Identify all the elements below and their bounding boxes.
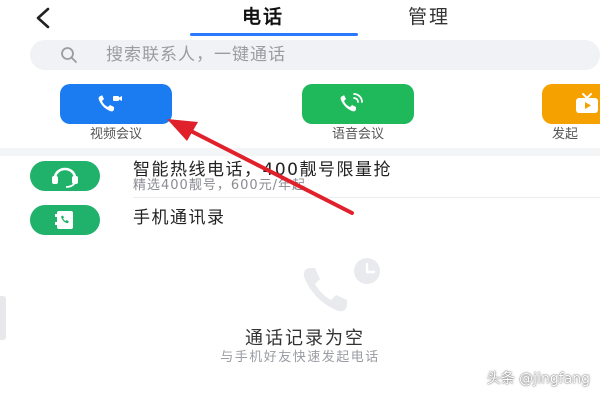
video-conference-tile[interactable] xyxy=(60,84,172,124)
headset-icon xyxy=(52,167,78,188)
contacts-icon xyxy=(55,211,73,229)
search-icon xyxy=(61,47,77,63)
tab-manage[interactable]: 管理 xyxy=(408,4,450,30)
contacts-icon-badge xyxy=(30,205,100,235)
side-edge-handle xyxy=(0,296,6,340)
contacts-title: 手机通讯录 xyxy=(133,208,226,228)
start-label: 发起 xyxy=(552,127,579,142)
start-tile[interactable] xyxy=(542,84,600,124)
video-conference-label: 视频会议 xyxy=(89,127,142,142)
section-separator xyxy=(0,148,600,156)
watermark: 头条 @jingfang xyxy=(486,371,590,387)
empty-state-subtitle: 与手机好友快速发起电话 xyxy=(220,350,380,365)
voice-conference-tile[interactable] xyxy=(302,84,414,124)
empty-state-title: 通话记录为空 xyxy=(245,328,365,349)
video-conference-button[interactable]: 视频会议 xyxy=(60,84,172,144)
call-history-empty-icon xyxy=(303,258,380,312)
tab-phone[interactable]: 电话 xyxy=(242,4,284,30)
chevron-left-icon xyxy=(36,7,50,29)
phone-page: 电话 管理 搜索联系人，一键通话 视频会议 语音会议 发起 智能热线电话，400… xyxy=(0,0,600,400)
voice-conference-label: 语音会议 xyxy=(331,127,384,142)
top-bar: 电话 管理 xyxy=(0,0,600,36)
voice-call-icon xyxy=(340,93,363,112)
voice-conference-button[interactable]: 语音会议 xyxy=(302,84,414,144)
hotline-subtitle: 精选400靓号，600元/年起 xyxy=(133,178,307,193)
search-placeholder: 搜索联系人，一键通话 xyxy=(106,45,286,65)
start-button[interactable]: 发起 xyxy=(542,84,600,144)
search-input[interactable]: 搜索联系人，一键通话 xyxy=(30,40,600,70)
hotline-icon-badge xyxy=(30,161,100,191)
active-tab-indicator xyxy=(190,33,358,36)
live-icon xyxy=(576,93,598,113)
video-call-icon xyxy=(98,95,122,112)
back-button[interactable] xyxy=(30,4,58,32)
row-divider xyxy=(133,197,600,198)
